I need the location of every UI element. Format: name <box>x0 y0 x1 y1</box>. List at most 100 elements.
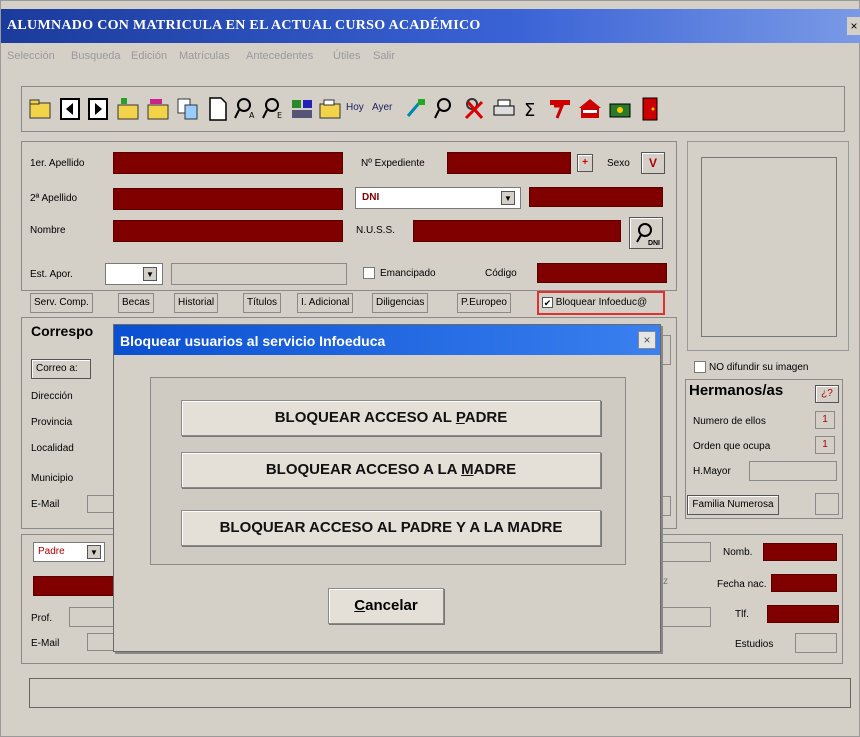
estudios-field[interactable] <box>795 633 837 653</box>
dni-button-label: DNI <box>647 240 660 247</box>
tools-icon[interactable] <box>404 96 428 122</box>
menu-matriculas[interactable]: Matrículas <box>179 50 230 62</box>
svg-text:Σ: Σ <box>524 100 535 121</box>
block-both-button[interactable]: BLOQUEAR ACCESO AL PADRE Y A LA MADRE <box>181 510 601 546</box>
nuss-field[interactable] <box>413 220 621 242</box>
bloquear-checkbox[interactable]: ✔ <box>542 297 553 308</box>
municipio-label: Municipio <box>31 473 74 484</box>
nomb-field[interactable] <box>763 543 837 561</box>
hermanos-help-button[interactable]: ¿? <box>815 385 839 403</box>
estudios-label: Estudios <box>735 639 774 650</box>
tab-historial[interactable]: Historial <box>174 293 219 313</box>
chevron-down-icon[interactable]: ▼ <box>87 545 101 559</box>
mayor-field[interactable] <box>749 461 837 481</box>
email-label: E-Mail <box>31 499 60 510</box>
chevron-down-icon[interactable]: ▼ <box>501 191 515 205</box>
prev-icon[interactable] <box>58 96 82 122</box>
menu-bar: Selección Busqueda Edición Matrículas An… <box>1 46 860 68</box>
menu-busqueda[interactable]: Busqueda <box>71 50 121 62</box>
familia-numerosa-field <box>815 493 839 515</box>
orden-label: Orden que ocupa <box>693 441 771 452</box>
provincia-label: Provincia <box>31 417 73 428</box>
menu-utiles[interactable]: Útiles <box>333 50 361 62</box>
tab-becas[interactable]: Becas <box>118 293 154 313</box>
sigma-icon[interactable]: Σ <box>520 96 544 122</box>
apellido1-label: 1er. Apellido <box>30 158 85 169</box>
block-mother-label-end: ADRE <box>473 461 517 478</box>
corr-side-field <box>661 335 671 365</box>
block-mother-label: BLOQUEAR ACCESO A LA <box>265 461 462 478</box>
exit-door-icon[interactable] <box>638 96 662 122</box>
padre-name-field[interactable] <box>33 576 117 596</box>
direccion-label: Dirección <box>31 391 73 402</box>
svg-text:A: A <box>249 111 255 120</box>
search-e-icon[interactable]: E <box>262 96 286 122</box>
add-folder-icon[interactable] <box>116 96 140 122</box>
est-apor-label: Est. Apor. <box>30 269 73 280</box>
menu-seleccion[interactable]: Selección <box>7 50 55 62</box>
apellido2-field[interactable] <box>113 188 343 210</box>
nomb-label: Nomb. <box>723 547 753 558</box>
remove-person-icon[interactable] <box>462 96 486 122</box>
doc-type-select[interactable]: DNI <box>355 187 521 209</box>
school-icon[interactable] <box>578 96 602 122</box>
codigo-label: Código <box>485 268 517 279</box>
window-title: ALUMNADO CON MATRICULA EN EL ACTUAL CURS… <box>7 18 481 33</box>
nombre-field[interactable] <box>113 220 343 242</box>
hermanos-title: Hermanos/as <box>689 382 784 399</box>
expediente-plus-button[interactable]: + <box>577 154 593 172</box>
doc-number-field[interactable] <box>529 187 663 207</box>
menu-antecedentes[interactable]: Antecedentes <box>246 50 313 62</box>
dialog-title: Bloquear usuarios al servicio Infoeduca <box>114 325 660 355</box>
correo-a-select[interactable]: Correo a: <box>31 359 91 379</box>
block-mother-button[interactable]: BLOQUEAR ACCESO A LA MADRE <box>181 452 601 488</box>
money-icon[interactable] <box>608 96 632 122</box>
cancel-button[interactable]: Cancelar <box>328 588 444 624</box>
student-photo[interactable] <box>701 157 837 337</box>
tab-titulos[interactable]: Títulos <box>243 293 282 313</box>
tab-diligencias[interactable]: Diligencias <box>372 293 429 313</box>
expediente-label: Nº Expediente <box>361 158 425 169</box>
tab-info-adicional[interactable]: I. Adicional <box>297 293 354 313</box>
dialog-close-button[interactable]: × <box>638 331 656 349</box>
block-father-button[interactable]: BLOQUEAR ACCESO AL PADRE <box>181 400 601 436</box>
correspondence-title: Correspo <box>31 323 94 339</box>
hoy-button[interactable]: Hoy <box>346 102 364 113</box>
numero-value: 1 <box>815 411 835 429</box>
window-close-button[interactable]: × <box>847 17 860 35</box>
calendar-icon[interactable] <box>548 96 572 122</box>
tab-serv-comp[interactable]: Serv. Comp. <box>30 293 93 313</box>
block-father-label: BLOQUEAR ACCESO AL <box>274 409 456 426</box>
print-icon[interactable] <box>492 96 516 122</box>
search-a-icon[interactable]: A <box>234 96 258 122</box>
sexo-field[interactable]: V <box>641 152 665 174</box>
next-icon[interactable] <box>86 96 110 122</box>
dni-lookup-button[interactable]: DNI <box>629 217 663 249</box>
tlf-field[interactable] <box>767 605 839 623</box>
menu-salir[interactable]: Salir <box>373 50 395 62</box>
menu-edicion[interactable]: Edición <box>131 50 167 62</box>
ayer-button[interactable]: Ayer <box>372 102 392 113</box>
open-icon[interactable] <box>318 96 342 122</box>
grid-icon[interactable] <box>290 96 314 122</box>
emancipado-checkbox[interactable] <box>363 267 375 279</box>
copy-icon[interactable] <box>176 96 200 122</box>
chevron-down-icon[interactable]: ▼ <box>143 267 157 281</box>
tab-bloquear-infoeduca[interactable]: ✔ Bloquear Infoeduc@ <box>537 291 665 315</box>
search-person-icon[interactable] <box>434 96 458 122</box>
prof-field[interactable] <box>69 607 115 627</box>
apellido1-field[interactable] <box>113 152 343 174</box>
svg-text:E: E <box>277 111 282 120</box>
edit-folder-icon[interactable] <box>146 96 170 122</box>
expediente-field[interactable] <box>447 152 571 174</box>
bloquear-label: Bloquear Infoeduc@ <box>555 297 648 309</box>
folder-icon[interactable] <box>28 96 52 122</box>
tab-p-europeo[interactable]: P.Europeo <box>457 293 511 313</box>
title-bar: ALUMNADO CON MATRICULA EN EL ACTUAL CURS… <box>1 9 860 43</box>
no-difundir-checkbox[interactable] <box>694 361 706 373</box>
codigo-field[interactable] <box>537 263 667 283</box>
cancel-label: ancelar <box>365 597 418 614</box>
new-document-icon[interactable] <box>206 96 230 122</box>
familia-numerosa-button[interactable]: Familia Numerosa <box>687 495 779 515</box>
fecha-nac-field[interactable] <box>771 574 837 592</box>
